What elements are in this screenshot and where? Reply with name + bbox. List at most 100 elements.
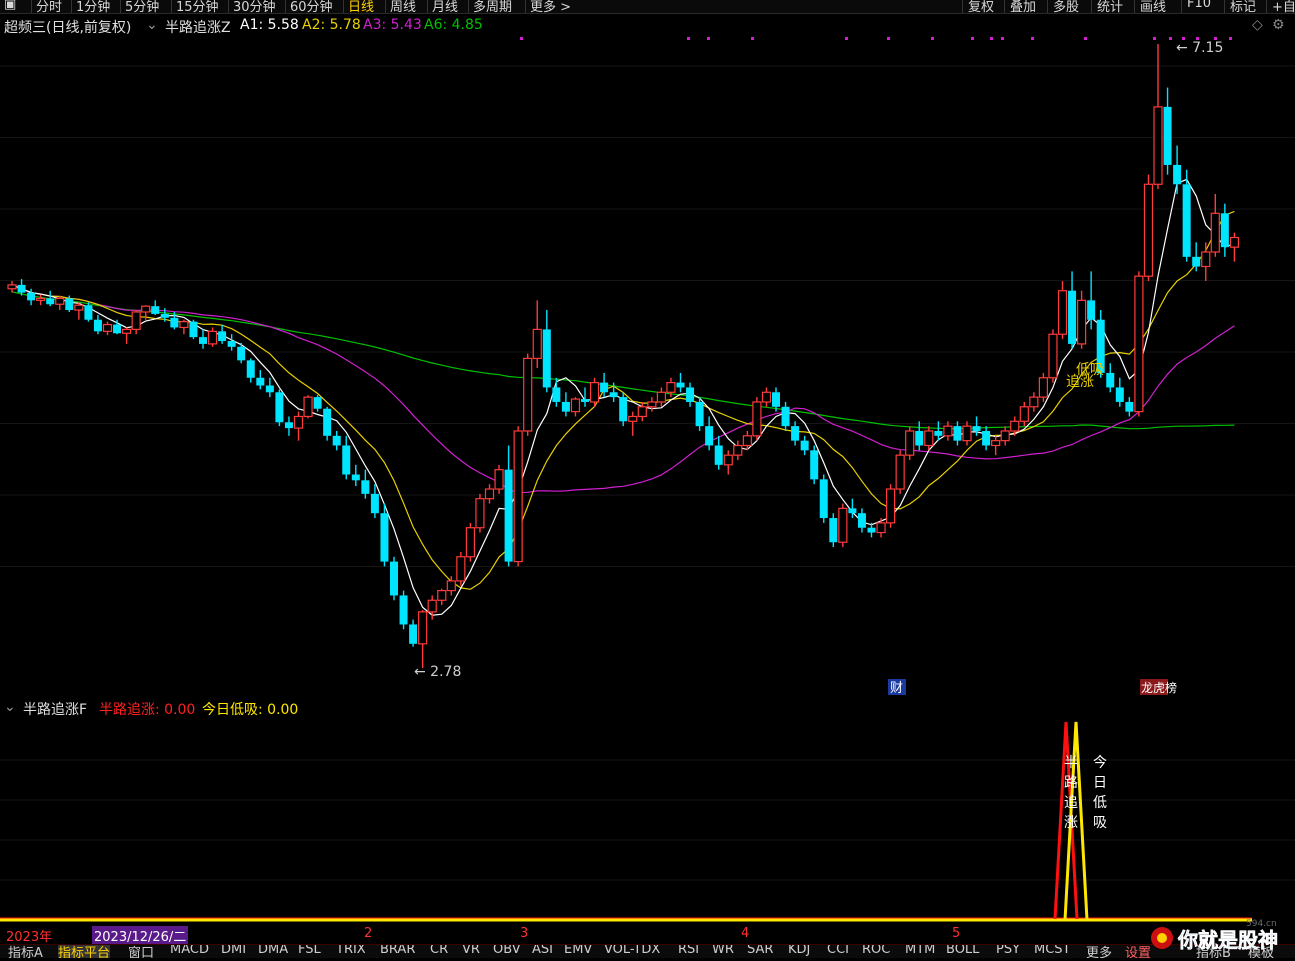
candle-up: [733, 444, 743, 456]
candle-up: [513, 430, 523, 563]
candle-down: [113, 324, 122, 334]
candle-up: [456, 556, 466, 582]
settings-icon[interactable]: ⚙: [1272, 17, 1285, 33]
indicator-tab[interactable]: WR: [712, 945, 734, 957]
indicator-tab[interactable]: VR: [462, 945, 480, 957]
indicator-tab[interactable]: MTM: [905, 945, 935, 957]
candle-up: [36, 297, 46, 301]
candle-down: [351, 474, 360, 481]
candle-down: [1068, 290, 1077, 344]
sub-toggle-icon[interactable]: ⌄: [4, 699, 16, 715]
indicator-tab[interactable]: CCI: [827, 945, 849, 957]
period-tab[interactable]: 1分钟: [76, 0, 110, 13]
indicator-tab[interactable]: PSY: [996, 945, 1020, 957]
tab-separator: [285, 0, 286, 13]
indicator-tab[interactable]: MCST: [1034, 945, 1071, 957]
period-tab[interactable]: 30分钟: [233, 0, 276, 13]
indicator-tab[interactable]: ASI: [532, 945, 553, 957]
indicator-tab[interactable]: EMV: [564, 945, 592, 957]
candle-down: [867, 527, 876, 533]
month-label: 5: [952, 926, 961, 941]
candle-down: [829, 518, 838, 543]
period-tab[interactable]: 分时: [36, 0, 62, 13]
candle-down: [409, 624, 418, 644]
candle-down: [1220, 213, 1229, 248]
toolbar-button[interactable]: +自: [1272, 0, 1295, 13]
indicator-tab[interactable]: FSL: [298, 945, 321, 957]
candle-down: [265, 385, 274, 393]
indicator-tab[interactable]: MACD: [170, 945, 209, 957]
candle-down: [552, 387, 561, 402]
candle-down: [819, 479, 828, 519]
tab-separator: [468, 0, 469, 13]
indicator-tab[interactable]: ROC: [862, 945, 890, 957]
candle-up: [1038, 377, 1049, 398]
signal-dot: [887, 37, 890, 40]
period-tab[interactable]: 5分钟: [125, 0, 159, 13]
candle-up: [1143, 183, 1154, 277]
indicator-tab[interactable]: RSI: [678, 945, 699, 957]
period-tab[interactable]: 更多 >: [530, 0, 571, 13]
indicator-tab[interactable]: CR: [430, 945, 448, 957]
period-tab[interactable]: 周线: [390, 0, 416, 13]
indicator-tab[interactable]: DMI: [221, 945, 246, 957]
period-tab[interactable]: 15分钟: [176, 0, 219, 13]
signal-dot: [1169, 37, 1172, 40]
signal-dot: [845, 37, 848, 40]
candle-up: [427, 599, 437, 613]
sub-label-dixi: 低: [1093, 795, 1107, 811]
indicator-tab[interactable]: 窗口: [128, 945, 154, 958]
candle-down: [313, 397, 322, 409]
candle-down: [1182, 184, 1191, 257]
indicator-tab[interactable]: DMA: [258, 945, 288, 957]
sub-value-1: 半路追涨: 0.00: [99, 702, 196, 718]
indicator-tab[interactable]: SAR: [747, 945, 773, 957]
period-tab[interactable]: 多周期: [473, 0, 512, 13]
sub-indicator-name[interactable]: 半路追涨F: [23, 699, 87, 719]
toolbar-button[interactable]: 标记: [1230, 0, 1256, 13]
diamond-icon[interactable]: ◇: [1252, 17, 1263, 33]
candle-down: [504, 469, 513, 562]
candle-up: [1201, 251, 1211, 268]
signal-dot: [751, 37, 754, 40]
toolbar-button[interactable]: F10: [1187, 0, 1211, 11]
candle-up: [1048, 333, 1058, 379]
indicator-tab[interactable]: BOLL: [946, 945, 979, 957]
candle-up: [752, 401, 762, 437]
candle-up: [876, 522, 886, 534]
candle-down: [1115, 387, 1124, 402]
tab-separator: [1004, 0, 1005, 13]
toolbar-button[interactable]: 复权: [968, 0, 994, 13]
candle-up: [1134, 275, 1144, 413]
indicator-tab[interactable]: 更多: [1086, 945, 1112, 958]
signal-chart[interactable]: 半路追涨 今日低吸: [0, 718, 1295, 925]
candle-up: [303, 396, 313, 418]
indicator-toggle-icon[interactable]: ⌄: [146, 17, 158, 33]
indicator-name[interactable]: 半路追涨Z: [165, 17, 231, 37]
indicator-tab[interactable]: 指标A: [8, 945, 43, 958]
toolbar-button[interactable]: 画线: [1140, 0, 1166, 13]
candle-up: [475, 498, 485, 529]
toolbar-button[interactable]: 多股: [1053, 0, 1079, 13]
candle-up: [1057, 290, 1068, 335]
indicator-tab[interactable]: 指标平台: [58, 945, 111, 958]
candle-down: [1125, 401, 1134, 412]
watermark: 594.cn 你就是股神: [1148, 916, 1295, 957]
period-tab[interactable]: 日线: [348, 0, 374, 13]
indicator-tab[interactable]: VOL-TDX: [604, 945, 660, 957]
candle-up: [570, 398, 581, 413]
candlestick-chart[interactable]: ← 7.15← 2.78追涨低吸财 龙虎榜: [0, 36, 1295, 698]
period-tab[interactable]: 月线: [432, 0, 458, 13]
candle-down: [256, 377, 265, 386]
stock-title[interactable]: 超频三(日线,前复权): [4, 17, 131, 37]
candle-up: [589, 382, 600, 403]
period-tab[interactable]: 60分钟: [290, 0, 333, 13]
indicator-tab[interactable]: KDJ: [788, 945, 810, 957]
toolbar-button[interactable]: 统计: [1097, 0, 1123, 13]
indicator-tab[interactable]: OBV: [493, 945, 521, 957]
toolbar-button[interactable]: 叠加: [1010, 0, 1036, 13]
indicator-tab[interactable]: TRIX: [336, 945, 366, 957]
indicator-tab[interactable]: BRAR: [380, 945, 415, 957]
window-icon[interactable]: ▣: [4, 0, 16, 12]
candle-up: [437, 590, 447, 601]
